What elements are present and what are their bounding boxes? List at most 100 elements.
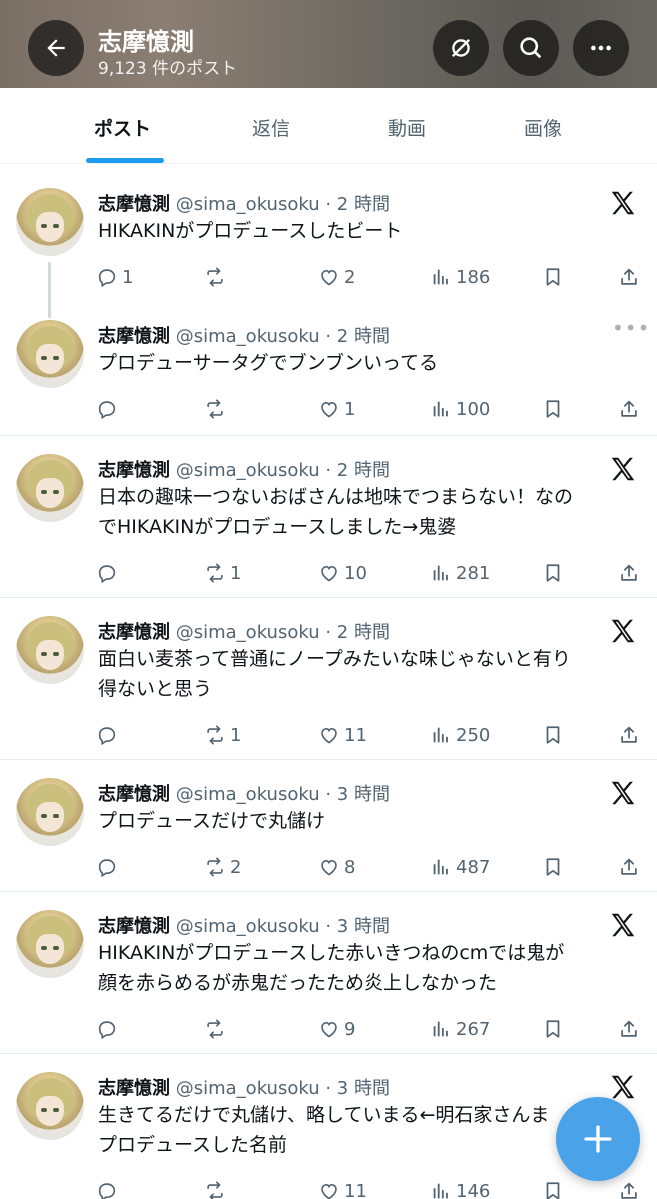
retweet-icon [207, 563, 223, 583]
share-button[interactable] [618, 724, 640, 746]
search-icon [520, 37, 542, 59]
retweet-button[interactable]: 1 [204, 562, 241, 584]
retweet-icon [207, 1019, 223, 1039]
reply-icon [98, 565, 116, 584]
author-name[interactable]: 志摩憶測 [98, 326, 170, 347]
bookmark-button[interactable] [542, 398, 564, 420]
post-item[interactable]: 志摩憶測 @sima_okusoku · 2 時間 日本の趣味一つないおばさんは地… [0, 436, 657, 598]
arrow-left-icon [47, 39, 65, 57]
views-button[interactable]: 186 [430, 266, 490, 288]
views-button[interactable]: 100 [430, 398, 490, 420]
retweet-button[interactable] [204, 398, 230, 420]
views-count: 487 [456, 856, 491, 878]
like-count: 11 [344, 1180, 367, 1199]
views-icon [433, 1183, 448, 1199]
like-button[interactable]: 2 [318, 266, 355, 288]
bookmark-button[interactable] [542, 1018, 564, 1040]
bookmark-button[interactable] [542, 1180, 564, 1199]
reply-button[interactable]: 1 [96, 266, 133, 288]
post-item[interactable]: 志摩憶測 @sima_okusoku · 2 時間 HIKAKINがプロデュースし… [0, 170, 657, 318]
reply-button[interactable] [96, 856, 122, 878]
heart-icon [321, 1022, 337, 1038]
views-button[interactable]: 487 [430, 856, 490, 878]
retweet-icon [207, 725, 223, 745]
share-icon [621, 400, 637, 417]
avatar[interactable] [16, 910, 84, 978]
post-item[interactable]: 志摩憶測 @sima_okusoku · 3 時間 プロデュースだけで丸儲け 2 8 4… [0, 760, 657, 892]
post-more-icon[interactable]: ••• [612, 316, 650, 340]
avatar[interactable] [16, 320, 84, 388]
avatar[interactable] [16, 454, 84, 522]
avatar[interactable] [16, 188, 84, 256]
post-text: プロデューサータグでブンブンいってる [98, 348, 638, 378]
views-button[interactable]: 281 [430, 562, 490, 584]
views-button[interactable]: 146 [430, 1180, 490, 1199]
reply-button[interactable] [96, 1018, 122, 1040]
avatar[interactable] [16, 778, 84, 846]
author-name[interactable]: 志摩憶測 [98, 784, 170, 805]
like-button[interactable]: 1 [318, 398, 355, 420]
author-name[interactable]: 志摩憶測 [98, 460, 170, 481]
views-icon [433, 401, 448, 417]
no-notify-icon [452, 39, 470, 57]
reply-icon [98, 1183, 116, 1199]
author-name[interactable]: 志摩憶測 [98, 194, 170, 215]
views-button[interactable]: 267 [430, 1018, 490, 1040]
tab-posts[interactable]: ポスト [94, 114, 151, 141]
retweet-button[interactable]: 1 [204, 724, 241, 746]
back-button[interactable] [28, 20, 84, 76]
post-item[interactable]: 志摩憶測 @sima_okusoku · 3 時間 HIKAKINがプロデュースし… [0, 892, 657, 1054]
notify-toggle-button[interactable] [433, 20, 489, 76]
views-count: 281 [456, 562, 491, 584]
views-icon [433, 859, 448, 875]
reply-button[interactable] [96, 724, 122, 746]
avatar[interactable] [16, 616, 84, 684]
author-name[interactable]: 志摩憶測 [98, 1078, 170, 1099]
retweet-count: 1 [230, 724, 242, 746]
retweet-button[interactable] [204, 1180, 230, 1199]
retweet-button[interactable]: 2 [204, 856, 241, 878]
avatar-eye [41, 814, 47, 818]
avatar-eye [41, 224, 47, 228]
bookmark-button[interactable] [542, 562, 564, 584]
bookmark-button[interactable] [542, 724, 564, 746]
retweet-icon [207, 399, 223, 419]
retweet-button[interactable] [204, 1018, 230, 1040]
post-author-row: 志摩憶測 @sima_okusoku · 2 時間 [98, 190, 390, 216]
post-text-line: 得ないと思う [98, 678, 213, 700]
compose-button[interactable] [556, 1097, 640, 1181]
share-button[interactable] [618, 1180, 640, 1199]
views-button[interactable]: 250 [430, 724, 490, 746]
avatar[interactable] [16, 1072, 84, 1140]
search-button[interactable] [503, 20, 559, 76]
like-button[interactable]: 11 [318, 1180, 367, 1199]
reply-button[interactable] [96, 1180, 122, 1199]
share-button[interactable] [618, 856, 640, 878]
share-button[interactable] [618, 1018, 640, 1040]
post-item[interactable]: 志摩憶測 @sima_okusoku · 2 時間 面白い麦茶って普通にノープみた… [0, 598, 657, 760]
retweet-button[interactable] [204, 266, 230, 288]
post-item[interactable]: 志摩憶測 @sima_okusoku · 2 時間 プロデューサータグでブンブンい… [0, 302, 657, 436]
like-button[interactable]: 9 [318, 1018, 355, 1040]
reply-button[interactable] [96, 562, 122, 584]
post-actions: 1 2 186 [96, 266, 642, 292]
post-text: HIKAKINがプロデュースした赤いきつねのcmでは鬼が 顔を赤らめるが赤鬼だった… [98, 938, 638, 998]
more-button[interactable] [573, 20, 629, 76]
views-count: 146 [456, 1180, 491, 1199]
share-button[interactable] [618, 562, 640, 584]
bookmark-button[interactable] [542, 856, 564, 878]
like-button[interactable]: 10 [318, 562, 367, 584]
like-button[interactable]: 11 [318, 724, 367, 746]
tab-images[interactable]: 画像 [524, 114, 562, 141]
share-button[interactable] [618, 266, 640, 288]
share-button[interactable] [618, 398, 640, 420]
post-actions: 11 146 [96, 1180, 642, 1199]
tab-videos[interactable]: 動画 [388, 114, 426, 141]
author-handle-time: @sima_okusoku · 3 時間 [175, 916, 390, 937]
bookmark-button[interactable] [542, 266, 564, 288]
author-name[interactable]: 志摩憶測 [98, 916, 170, 937]
author-name[interactable]: 志摩憶測 [98, 622, 170, 643]
tab-replies[interactable]: 返信 [252, 114, 290, 141]
reply-button[interactable] [96, 398, 122, 420]
like-button[interactable]: 8 [318, 856, 355, 878]
